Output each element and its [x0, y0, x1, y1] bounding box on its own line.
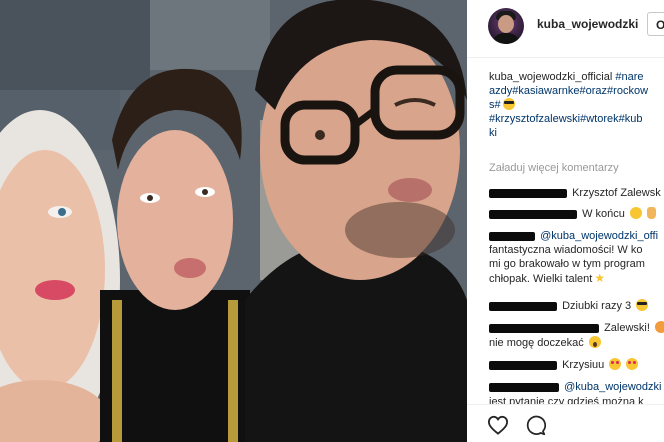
caption-author[interactable]: kuba_wojewodzki_official — [489, 71, 612, 83]
hashtag-link[interactable]: #krzysztofzalewski#wtorek#kub — [489, 113, 642, 125]
follow-button[interactable]: O — [647, 12, 664, 36]
scream-emoji-icon — [588, 336, 601, 348]
star-emoji-icon: ★ — [594, 271, 606, 285]
mention-link[interactable]: @kuba_wojewodzki_offi — [540, 230, 658, 242]
hashtag-link[interactable]: #oraz — [580, 85, 608, 97]
redacted-username — [489, 301, 557, 311]
comment-text: W końcu — [582, 208, 625, 220]
avatar-face — [498, 15, 514, 33]
avatar[interactable] — [488, 8, 524, 44]
comment-text: Zalewski! — [604, 322, 650, 334]
comment-item: W końcu — [489, 207, 656, 221]
post-username[interactable]: kuba_wojewodzki — [537, 17, 638, 31]
comment-text: chłopak. Wielki talent — [489, 273, 593, 285]
comment-text: Krzysztof Zalewsk — [572, 187, 661, 199]
comment-icon[interactable] — [525, 415, 547, 441]
sunglasses-emoji-icon — [636, 299, 649, 311]
comment-item: @kuba_wojewodzki_offi — [489, 229, 658, 243]
mention-link[interactable]: @kuba_wojewodzki — [564, 381, 661, 393]
post-actions-bar — [467, 404, 664, 442]
redacted-username — [489, 360, 557, 370]
caption: kuba_wojewodzki_official #nare azdy#kasi… — [489, 70, 664, 140]
heart-eyes-emoji-icon — [609, 358, 622, 370]
comment-continuation: mi go brakowało w tym program — [489, 258, 645, 270]
heart-icon[interactable] — [487, 415, 509, 440]
comment-item: @kuba_wojewodzki — [489, 380, 661, 394]
hashtag-link[interactable]: s# — [489, 99, 501, 111]
load-more-comments-link[interactable]: Załaduj więcej komentarzy — [489, 162, 619, 174]
comment-text: Dziubki razy 3 — [562, 300, 632, 312]
caption-line-5: ki — [489, 126, 664, 140]
avatar-body — [492, 33, 520, 44]
hashtag-link[interactable]: azdy — [489, 85, 512, 97]
sunglasses-emoji-icon — [502, 98, 515, 110]
comment-item: Dziubki razy 3 — [489, 299, 649, 313]
caption-line-2: azdy#kasiawarnke#oraz#rockow — [489, 84, 664, 98]
hashtag-link[interactable]: #nare — [615, 71, 643, 83]
post-side-panel: kuba_wojewodzki O kuba_wojewodzki_offici… — [467, 0, 664, 442]
hashtag-link[interactable]: ki — [489, 127, 497, 139]
post-photo[interactable] — [0, 0, 467, 442]
comment-item: Zalewski! — [489, 321, 664, 335]
redacted-username — [489, 209, 577, 219]
redacted-username — [489, 188, 567, 198]
hashtag-link[interactable]: #rockow — [607, 85, 648, 97]
redacted-username — [489, 382, 559, 392]
redacted-username — [489, 231, 535, 241]
comment-text: Krzysiuu — [562, 359, 605, 371]
selfie-image — [0, 0, 467, 442]
hashtag-link[interactable]: #kasiawarnke — [512, 85, 579, 97]
comment-continuation: chłopak. Wielki talent ★ — [489, 271, 605, 286]
caption-line-1: kuba_wojewodzki_official #nare — [489, 70, 664, 84]
comment-item: Krzysztof Zalewsk — [489, 186, 661, 200]
post-header: kuba_wojewodzki O — [467, 0, 664, 58]
smile-emoji-icon — [629, 207, 642, 219]
comment-item: Krzysiuu — [489, 358, 639, 372]
comment-text: nie mogę doczekać — [489, 337, 584, 349]
caption-line-3: s# — [489, 98, 664, 112]
emoji-icon — [654, 321, 664, 333]
ok-hand-emoji-icon — [646, 207, 656, 219]
caption-line-4: #krzysztofzalewski#wtorek#kub — [489, 112, 664, 126]
comment-continuation: fantastyczna wiadomości! W ko — [489, 244, 643, 256]
redacted-username — [489, 323, 599, 333]
heart-eyes-emoji-icon — [626, 358, 639, 370]
comment-continuation: nie mogę doczekać — [489, 336, 601, 350]
